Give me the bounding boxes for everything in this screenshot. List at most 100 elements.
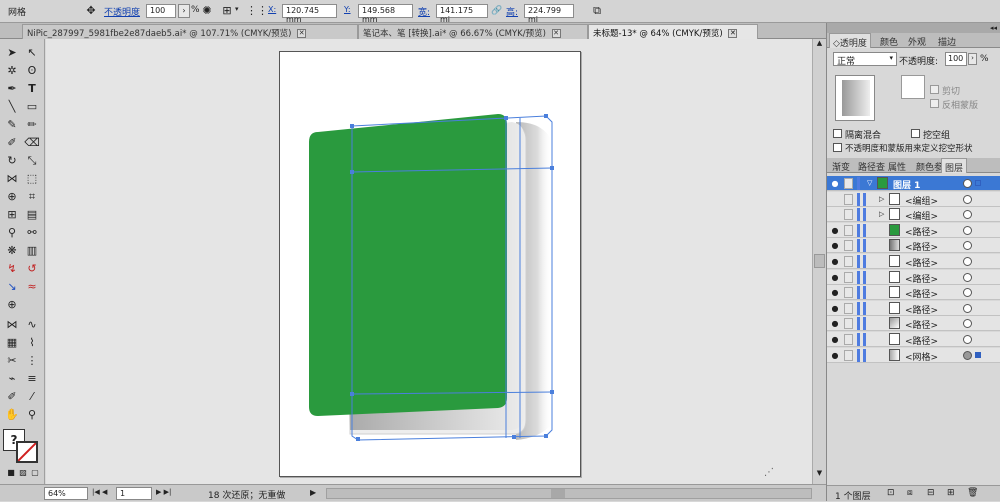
target-circle-icon[interactable] [963, 257, 972, 266]
expand-triangle-icon[interactable]: ▽ [867, 179, 872, 187]
define-knockout-checkbox[interactable] [833, 143, 842, 152]
lock-toggle[interactable] [844, 193, 853, 205]
tab-attributes[interactable]: 属性 [885, 158, 909, 173]
resize-grip-icon[interactable]: ⋰ [764, 467, 774, 478]
lock-toggle[interactable] [844, 271, 853, 283]
reference-point-icon[interactable]: ⋮⋮ [246, 4, 268, 18]
warp-tool-icon[interactable]: ⌇ [23, 335, 41, 351]
direct-selection-tool-icon[interactable]: ↖ [23, 45, 41, 61]
artboard-tool-icon[interactable]: ⋈ [3, 317, 21, 333]
visibility-eye-icon[interactable] [830, 210, 840, 219]
column-graph-icon[interactable]: ▥ [23, 243, 41, 259]
layer-row[interactable]: ● <路径> [827, 269, 1000, 285]
expand-triangle-icon[interactable]: ▷ [879, 210, 884, 218]
layer-row[interactable]: ● <网格> [827, 347, 1000, 363]
layer-row[interactable]: ● <路径> [827, 300, 1000, 316]
panel-collapse-icon[interactable]: ◂◂ [827, 23, 1000, 33]
shape-builder-icon[interactable]: ⊕ [3, 189, 21, 205]
constrain-link-icon[interactable]: 🔗 [490, 4, 504, 18]
recolor-icon[interactable]: ✺ [200, 4, 214, 18]
lock-toggle[interactable] [844, 287, 853, 299]
visibility-eye-icon[interactable] [830, 195, 840, 204]
gradient-tool-icon[interactable]: ▤ [23, 207, 41, 223]
opacity-dropdown[interactable]: › [178, 4, 190, 18]
layer-name[interactable]: 图层 1 [893, 178, 920, 191]
target-circle-icon[interactable] [963, 303, 972, 313]
pencil-icon[interactable]: ✏ [23, 117, 41, 133]
hscroll-thumb[interactable] [551, 489, 565, 498]
lock-toggle[interactable] [844, 240, 853, 252]
target-circle-icon[interactable] [963, 319, 972, 329]
height-input[interactable]: 224.799 mi [524, 4, 574, 24]
isolate-blend-checkbox[interactable] [833, 129, 842, 138]
x-input[interactable]: 120.745 mm [282, 4, 337, 24]
bar-tool-icon[interactable]: ≡ [23, 371, 41, 387]
layer-name[interactable]: <编组> [905, 194, 938, 207]
knockout-group-checkbox[interactable] [911, 129, 920, 138]
selection-tool-icon[interactable]: ➤ [3, 45, 21, 61]
layer-name[interactable]: <路径> [905, 240, 938, 253]
visibility-eye-icon[interactable]: ● [830, 273, 840, 282]
lock-toggle[interactable] [844, 256, 853, 267]
tab-appearance[interactable]: 外观 [905, 33, 929, 48]
layer-name[interactable]: <路径> [905, 318, 938, 331]
custom-tool-red-icon[interactable]: ↯ [3, 261, 21, 277]
eyedropper-icon[interactable]: ⚲ [3, 225, 21, 241]
perspective-grid-icon[interactable]: ⌗ [23, 189, 41, 205]
mesh-tool-icon[interactable]: ⊞ [3, 207, 21, 223]
target-circle-icon[interactable] [963, 241, 972, 251]
scale-tool-icon[interactable]: ⤡ [23, 153, 41, 169]
pen-tool-icon[interactable]: ✒ [3, 81, 21, 97]
mesh-grid-icon[interactable]: ▦ [3, 335, 21, 351]
scroll-down-icon[interactable]: ▼ [814, 469, 825, 480]
visibility-eye-icon[interactable]: ● [830, 288, 840, 297]
y-input[interactable]: 149.568 mm [358, 4, 413, 24]
layer-row[interactable]: ▷ <编组> [827, 191, 1000, 207]
free-transform-icon[interactable]: ⬚ [23, 171, 41, 187]
tab-transparency[interactable]: ◇透明度 [829, 33, 871, 49]
horizontal-scrollbar[interactable] [326, 488, 812, 499]
target-circle-icon[interactable] [963, 194, 972, 204]
lock-toggle[interactable] [844, 209, 853, 221]
layer-row[interactable]: ● <路径> [827, 332, 1000, 347]
align-dropdown-icon[interactable]: ▾ [235, 5, 239, 13]
hand-tool-icon[interactable]: ✋ [3, 407, 21, 423]
slice-tool-icon[interactable]: ∿ [23, 317, 41, 333]
visibility-eye-icon[interactable]: ● [830, 319, 840, 328]
lock-toggle[interactable] [844, 334, 853, 345]
lock-toggle[interactable] [844, 224, 853, 236]
layer-name[interactable]: <路径> [905, 272, 938, 285]
panel-opacity-input[interactable]: 100 [945, 52, 967, 66]
invert-mask-checkbox[interactable] [930, 99, 939, 108]
locate-object-icon[interactable]: ⊡ [887, 488, 895, 498]
tab-pathfinder[interactable]: 路径查 [855, 158, 888, 173]
layer-row[interactable]: ● <路径> [827, 254, 1000, 269]
scissors-icon[interactable]: ✂ [3, 353, 21, 369]
layer-name[interactable]: <路径> [905, 303, 938, 316]
custom-tool-blue-icon[interactable]: ↘ [3, 279, 21, 295]
rectangle-tool-icon[interactable]: ▭ [23, 99, 41, 115]
tab-gradient[interactable]: 渐变 [829, 158, 853, 173]
graph-tool-icon[interactable]: ⌁ [3, 371, 21, 387]
target-circle-icon[interactable] [963, 350, 972, 360]
status-menu-icon[interactable]: ▶ [310, 488, 316, 497]
mask-thumbnail[interactable] [901, 75, 925, 99]
symbol-sprayer-icon[interactable]: ❋ [3, 243, 21, 259]
layer-name[interactable]: <路径> [905, 225, 938, 238]
target-circle-icon[interactable] [963, 225, 972, 235]
layer-row[interactable]: ● <路径> [827, 222, 1000, 238]
visibility-eye-icon[interactable]: ● [830, 351, 840, 360]
magic-wand-icon[interactable]: ✲ [3, 63, 21, 79]
notebook-artwork[interactable] [280, 52, 582, 478]
lock-toggle[interactable] [844, 349, 853, 361]
lock-toggle[interactable] [844, 302, 853, 314]
width-tool-icon[interactable]: ⋈ [3, 171, 21, 187]
eraser-icon[interactable]: ⌫ [23, 135, 41, 151]
blob-brush-icon[interactable]: ✐ [3, 135, 21, 151]
tab-layers[interactable]: 图层 [941, 158, 968, 174]
brush-tool-icon[interactable]: ⁄ [23, 389, 41, 405]
visibility-eye-icon[interactable]: ● [830, 304, 840, 313]
lock-toggle[interactable] [844, 178, 853, 189]
blend-mode-select[interactable]: 正常 ▾ [833, 52, 897, 67]
visibility-eye-icon[interactable]: ● [830, 257, 840, 266]
